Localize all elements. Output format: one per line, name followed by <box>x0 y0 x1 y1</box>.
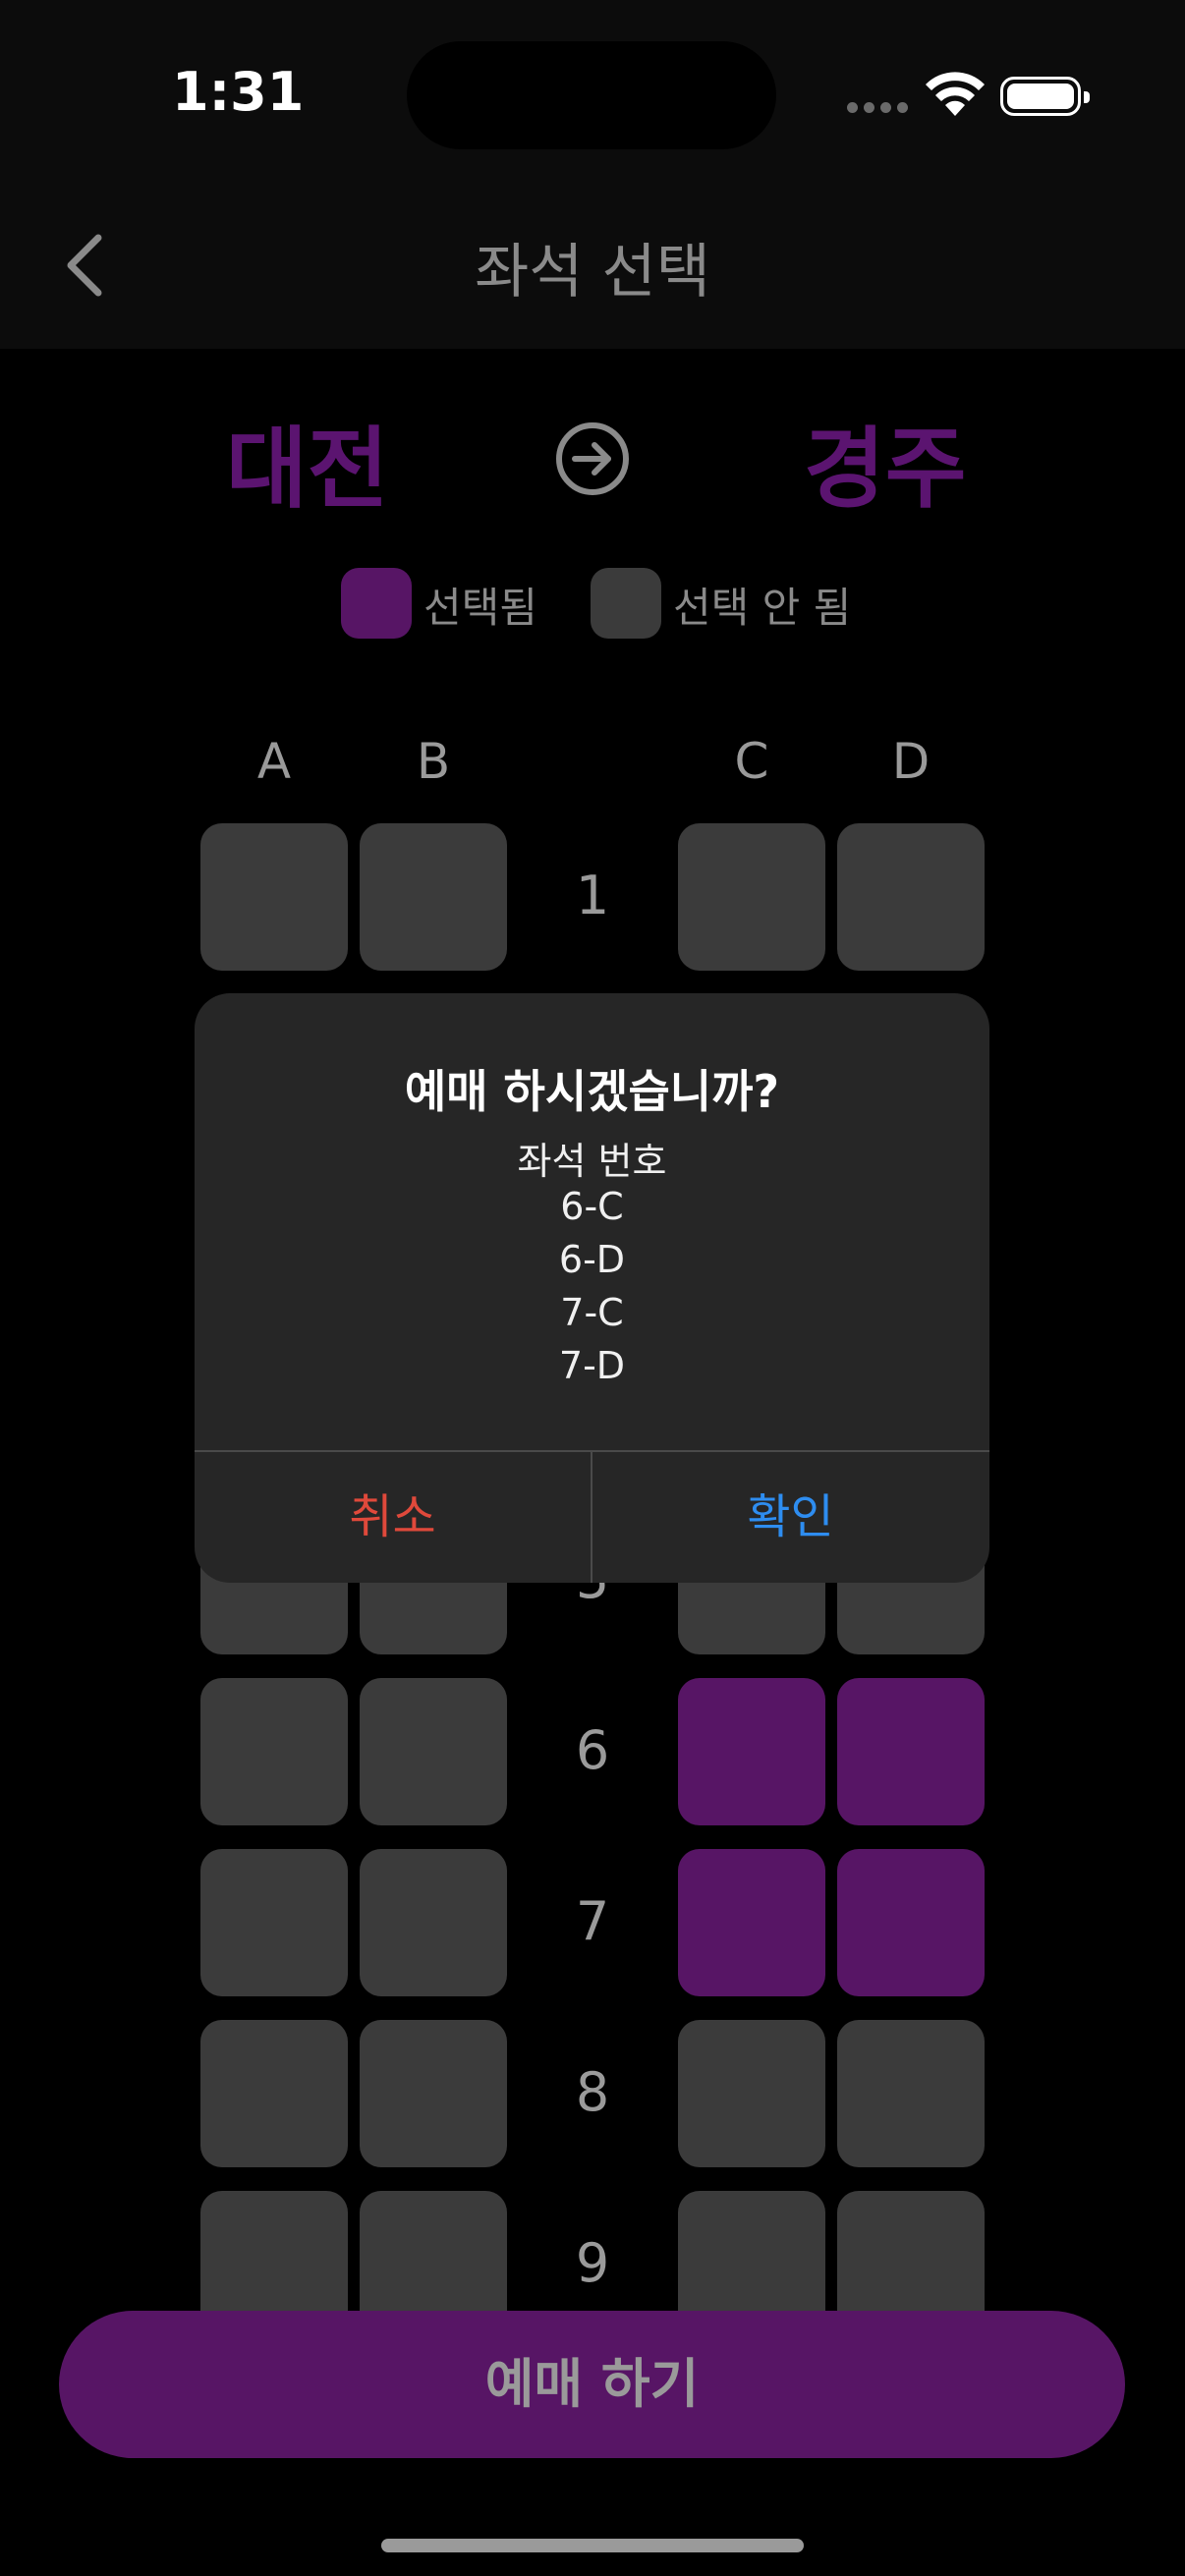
seat-6-d[interactable] <box>837 1678 985 1825</box>
seat-1-b[interactable] <box>360 823 507 971</box>
alert-seat-item: 7-C <box>560 1291 624 1334</box>
column-label-d: D <box>891 733 931 790</box>
alert-subtitle: 좌석 번호 <box>517 1140 667 1183</box>
row-number: 1 <box>575 865 610 926</box>
seat-1-c[interactable] <box>678 823 825 971</box>
home-indicator <box>381 2539 804 2552</box>
alert-seat-item: 7-D <box>558 1344 626 1387</box>
seat-6-b[interactable] <box>360 1678 507 1825</box>
seat-8-c[interactable] <box>678 2020 825 2167</box>
seat-7-a[interactable] <box>200 1849 348 1996</box>
legend-selected-label: 선택됨 <box>423 584 537 632</box>
row-number: 6 <box>575 1719 610 1781</box>
arrow-right-circle-icon <box>556 422 629 495</box>
battery-icon <box>1000 77 1090 116</box>
alert-title: 예매 하시겠습니까? <box>404 1065 780 1118</box>
column-label-a: A <box>256 733 292 790</box>
seat-7-b[interactable] <box>360 1849 507 1996</box>
arrival-station: 경주 <box>804 418 967 521</box>
row-number: 7 <box>575 1890 610 1952</box>
dynamic-island <box>407 41 776 149</box>
book-button[interactable]: 예매 하기 <box>59 2311 1125 2458</box>
seat-1-a[interactable] <box>200 823 348 971</box>
seat-7-d[interactable] <box>837 1849 985 1996</box>
cellular-signal-icon <box>847 102 908 114</box>
alert-cancel-button[interactable]: 취소 <box>195 1452 591 1583</box>
seat-8-a[interactable] <box>200 2020 348 2167</box>
alert-seat-item: 6-D <box>558 1238 626 1281</box>
seat-8-b[interactable] <box>360 2020 507 2167</box>
legend-selected-swatch <box>341 568 412 639</box>
seat-6-c[interactable] <box>678 1678 825 1825</box>
legend-unselected-label: 선택 안 됨 <box>673 584 852 632</box>
row-number: 8 <box>575 2061 610 2123</box>
alert-seat-item: 6-C <box>560 1185 624 1228</box>
confirm-booking-alert: 예매 하시겠습니까? 좌석 번호 6-C 6-D 7-C 7-D 취소 확인 <box>195 993 989 1583</box>
seat-6-a[interactable] <box>200 1678 348 1825</box>
seat-1-d[interactable] <box>837 823 985 971</box>
seat-7-c[interactable] <box>678 1849 825 1996</box>
column-label-b: B <box>416 733 451 790</box>
status-bar: 1:31 <box>0 0 1185 187</box>
wifi-icon <box>926 72 985 116</box>
seat-8-d[interactable] <box>837 2020 985 2167</box>
column-label-c: C <box>734 733 769 790</box>
navigation-bar: 좌석 선택 <box>0 187 1185 349</box>
page-title: 좌석 선택 <box>475 238 710 307</box>
departure-station: 대전 <box>226 418 389 521</box>
legend-unselected-swatch <box>591 568 661 639</box>
row-number: 9 <box>575 2232 610 2294</box>
alert-confirm-button[interactable]: 확인 <box>592 1452 988 1583</box>
status-time: 1:31 <box>172 61 305 123</box>
